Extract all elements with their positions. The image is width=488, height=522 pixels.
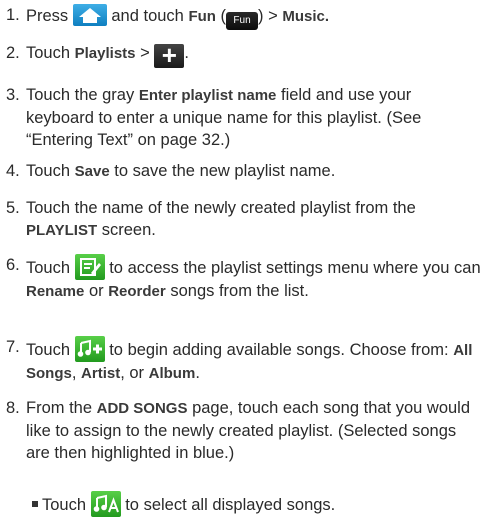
step-text: From the: [26, 399, 92, 417]
playlist-screen-label: PLAYLIST: [26, 222, 97, 239]
step-number: 5.: [6, 197, 20, 219]
step-text: and touch: [111, 7, 183, 25]
step-text: >: [140, 44, 150, 62]
bullet-item: Touch to select all displayed songs.: [32, 491, 472, 517]
step-text: or: [89, 282, 104, 300]
step-text: Touch the name of the newly created play…: [26, 199, 416, 217]
step-text: to access the playlist settings menu whe…: [109, 259, 480, 277]
album-label: Album: [149, 365, 196, 382]
step-text: ,: [72, 364, 77, 382]
enter-playlist-name-label: Enter playlist name: [139, 87, 277, 104]
fun-icon: Fun: [226, 12, 258, 30]
step-text: Touch: [26, 44, 70, 62]
add-songs-label: ADD SONGS: [97, 400, 188, 417]
reorder-label: Reorder: [108, 283, 166, 300]
step-text: Touch the gray: [26, 86, 134, 104]
bullet-text: to select all displayed songs.: [125, 496, 335, 514]
step-text: Press: [26, 7, 68, 25]
step-text: screen.: [102, 221, 156, 239]
step-text: songs from the list.: [170, 282, 308, 300]
save-label: Save: [75, 163, 110, 180]
select-all-music-icon: [91, 491, 121, 517]
step-text: .: [184, 44, 189, 62]
artist-label: Artist: [81, 365, 120, 382]
step-text: Touch: [26, 341, 70, 359]
step-number: 4.: [6, 160, 20, 182]
fun-label: Fun: [188, 8, 216, 25]
step-number: 1.: [6, 4, 20, 26]
step-text: , or: [120, 364, 144, 382]
step-text: to begin adding available songs. Choose …: [109, 341, 448, 359]
step-number: 2.: [6, 42, 20, 64]
rename-label: Rename: [26, 283, 84, 300]
add-music-icon: [75, 336, 105, 362]
step-text: Touch: [26, 162, 70, 180]
plus-icon: +: [154, 44, 184, 68]
playlists-label: Playlists: [75, 45, 136, 62]
edit-list-icon: [75, 254, 105, 280]
step-number: 8.: [6, 397, 20, 419]
step-number: 3.: [6, 84, 20, 106]
bullet-dot: [32, 501, 38, 507]
step-number: 6.: [6, 254, 20, 276]
home-icon: [73, 4, 107, 26]
step-text: Touch: [26, 259, 70, 277]
step-text: .: [195, 364, 200, 382]
step-number: 7.: [6, 336, 20, 358]
step-text: ) >: [258, 7, 278, 25]
music-label: Music.: [282, 8, 329, 25]
bullet-text: Touch: [42, 496, 86, 514]
step-text: page, touch each song that you would lik…: [26, 399, 470, 462]
step-text: to save the new playlist name.: [114, 162, 335, 180]
